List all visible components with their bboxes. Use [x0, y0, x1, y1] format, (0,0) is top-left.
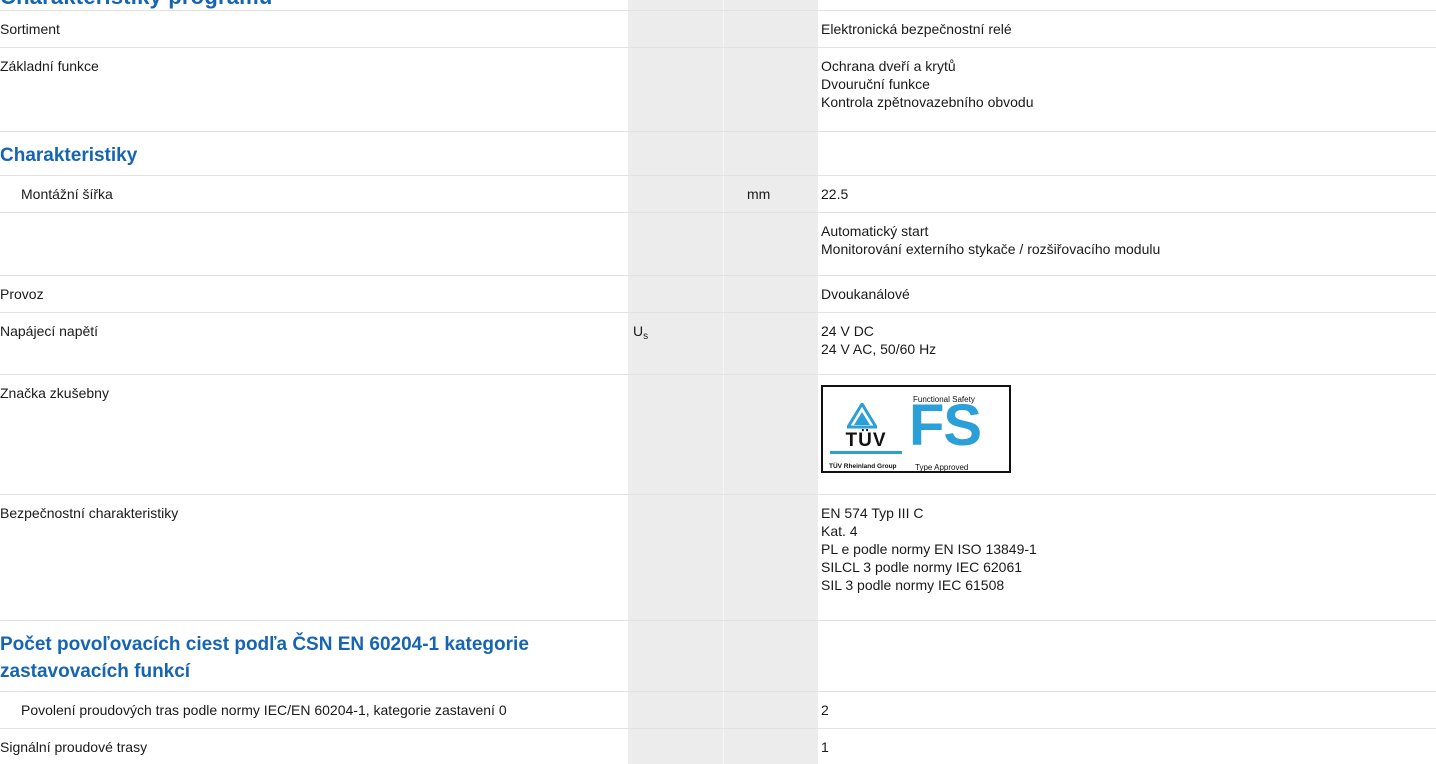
row-value: 24 V DC 24 V AC, 50/60 Hz — [821, 322, 936, 358]
heading-line: zastavovacích funkcí — [0, 661, 191, 682]
cut-off-title-strip: Charakteristiky programu — [0, 0, 1436, 10]
value-line: Ochrana dveří a krytů — [821, 58, 956, 74]
row-label: Značka zkušebny — [0, 385, 109, 401]
value-line: Monitorování externího stykače / rozšiřo… — [821, 241, 1161, 257]
row-label: Napájecí napětí — [0, 323, 99, 339]
row-montazni-sirka: Montážní šířka mm 22.5 — [0, 175, 1436, 212]
row-bezpecnostni-charakteristiky: Bezpečnostní charakteristiky EN 574 Typ … — [0, 494, 1436, 620]
row-value: 22.5 — [821, 185, 848, 203]
value-line: EN 574 Typ III C — [821, 505, 924, 521]
value-line: 2 — [821, 702, 829, 718]
symbol-letter: U — [633, 323, 644, 339]
row-value: Automatický start Monitorování externího… — [821, 222, 1160, 258]
row-value: 2 — [821, 701, 829, 719]
value-line: SIL 3 podle normy IEC 61508 — [821, 577, 1005, 593]
page-title: Charakteristiky programu — [0, 0, 273, 10]
row-start-options: Automatický start Monitorování externího… — [0, 212, 1436, 275]
row-label: Montážní šířka — [21, 186, 113, 202]
row-signalni: Signální proudové trasy 1 — [0, 728, 1436, 764]
row-label: Sortiment — [0, 21, 60, 37]
row-sortiment: Sortiment Elektronická bezpečnostní relé — [0, 10, 1436, 47]
value-line: 22.5 — [821, 186, 849, 202]
section-heading-pocet: Počet povoľovacích ciest podľa ČSN EN 60… — [0, 620, 1436, 691]
value-line: Kat. 4 — [821, 523, 858, 539]
row-label: Bezpečnostní charakteristiky — [0, 505, 179, 521]
row-label: Signální proudové trasy — [0, 739, 148, 755]
row-napajeci-napeti: Napájecí napětí Us 24 V DC 24 V AC, 50/6… — [0, 312, 1436, 374]
row-value: EN 574 Typ III C Kat. 4 PL e podle normy… — [821, 504, 1037, 594]
value-line: Automatický start — [821, 223, 929, 239]
row-unit: mm — [747, 186, 771, 202]
row-label: Povolení proudových tras podle normy IEC… — [21, 702, 507, 718]
spec-sheet: Charakteristiky programu Sortiment Elekt… — [0, 0, 1436, 764]
symbol-subscript: s — [643, 331, 649, 342]
value-line: PL e podle normy EN ISO 13849-1 — [821, 541, 1037, 557]
tuv-group-text: TÜV Rheinland Group — [829, 463, 897, 470]
row-value: Ochrana dveří a krytů Dvouruční funkce K… — [821, 57, 1034, 111]
value-line: SILCL 3 podle normy IEC 62061 — [821, 559, 1023, 575]
section-heading: Počet povoľovacích ciest podľa ČSN EN 60… — [0, 631, 600, 685]
heading-line: Počet povoľovacích ciest podľa ČSN EN 60… — [0, 634, 529, 655]
row-povoleni: Povolení proudových tras podle normy IEC… — [0, 691, 1436, 728]
value-line: 24 V AC, 50/60 Hz — [821, 341, 937, 357]
row-label: Provoz — [0, 286, 44, 302]
section-heading-charakteristiky: Charakteristiky — [0, 131, 1436, 175]
row-label: Základní funkce — [0, 58, 99, 74]
value-line: Elektronická bezpečnostní relé — [821, 21, 1012, 37]
value-line: 24 V DC — [821, 323, 874, 339]
tuv-fs-certification-badge: TÜV TÜV Rheinland Group Functional Safet… — [821, 385, 1011, 473]
value-line: Dvouruční funkce — [821, 76, 930, 92]
row-zakladni-funkce: Základní funkce Ochrana dveří a krytů Dv… — [0, 47, 1436, 131]
value-line: 1 — [821, 739, 829, 755]
value-line: Kontrola zpětnovazebního obvodu — [821, 94, 1034, 110]
value-line: Dvoukanálové — [821, 286, 910, 302]
fs-logo-text: FS — [909, 393, 982, 458]
row-symbol: Us — [633, 322, 648, 346]
tuv-logo-text: TÜV — [830, 431, 902, 454]
tuv-triangle-icon — [847, 403, 877, 429]
row-provoz: Provoz Dvoukanálové — [0, 275, 1436, 312]
row-value: Elektronická bezpečnostní relé — [821, 20, 1012, 38]
type-approved-text: Type Approved — [915, 463, 969, 472]
row-value: 1 — [821, 738, 829, 756]
row-value: Dvoukanálové — [821, 285, 910, 303]
row-znacka-zkusebny: Značka zkušebny TÜV TÜV Rheinland Group … — [0, 374, 1436, 494]
section-heading: Charakteristiky — [0, 145, 138, 166]
